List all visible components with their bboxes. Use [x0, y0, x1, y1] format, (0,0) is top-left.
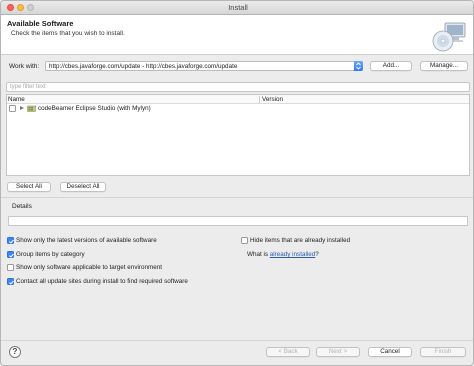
chevron-down-icon[interactable]	[354, 61, 363, 71]
finish-button[interactable]: Finish	[420, 347, 466, 357]
tree-header: Name Version	[7, 95, 469, 104]
show-applicable-checkbox[interactable]	[7, 264, 14, 271]
wizard-header: Available Software Check the items that …	[1, 15, 473, 55]
cancel-button[interactable]: Cancel	[368, 347, 412, 357]
row-name: codeBeamer Eclipse Studio (with Mylyn)	[38, 105, 151, 112]
select-all-button[interactable]: Select All	[7, 182, 51, 192]
what-is-suffix: ?	[315, 251, 319, 258]
title-bar: Install	[1, 1, 473, 15]
category-folder-icon	[27, 105, 36, 112]
footer-divider	[1, 340, 473, 341]
hide-installed-label: Hide items that are already installed	[250, 237, 351, 244]
window-title: Install	[228, 3, 248, 12]
row-checkbox[interactable]	[9, 105, 16, 112]
column-header-name[interactable]: Name	[8, 96, 25, 103]
already-installed-link[interactable]: already installed	[270, 251, 316, 258]
contact-sites-label: Contact all update sites during install …	[16, 278, 188, 285]
help-icon[interactable]: ?	[9, 346, 21, 358]
what-is-prefix: What is	[247, 251, 270, 258]
install-window: Install Available Software Check the ite…	[0, 0, 474, 366]
what-is-installed-text: What is already installed?	[247, 251, 319, 258]
manage-sites-button[interactable]: Manage...	[420, 61, 468, 71]
checkmark-icon	[9, 239, 14, 244]
page-title: Available Software	[7, 19, 74, 28]
back-button[interactable]: < Back	[266, 347, 310, 357]
hide-installed-checkbox[interactable]	[241, 237, 248, 244]
expand-arrow-icon[interactable]	[20, 106, 24, 110]
show-applicable-label: Show only software applicable to target …	[16, 264, 162, 271]
install-cd-computer-icon	[432, 22, 466, 52]
add-site-button[interactable]: Add...	[370, 61, 412, 71]
work-with-combo[interactable]: http://cbes.javaforge.com/update - http:…	[45, 61, 363, 71]
next-button[interactable]: Next >	[316, 347, 360, 357]
filter-placeholder: type filter text	[10, 84, 46, 90]
section-divider	[1, 197, 473, 198]
filter-input[interactable]: type filter text	[6, 82, 470, 92]
details-area[interactable]	[8, 216, 468, 226]
details-label: Details	[12, 203, 32, 210]
group-by-category-checkbox[interactable]	[7, 251, 14, 258]
checkmark-icon	[9, 280, 14, 285]
group-by-category-label: Group items by category	[16, 251, 85, 258]
checkmark-icon	[9, 253, 14, 258]
work-with-value: http://cbes.javaforge.com/update - http:…	[49, 63, 238, 70]
show-latest-label: Show only the latest versions of availab…	[16, 237, 157, 244]
column-header-version[interactable]: Version	[262, 96, 283, 103]
deselect-all-button[interactable]: Deselect All	[60, 182, 106, 192]
column-divider[interactable]	[259, 96, 260, 103]
page-subtitle: Check the items that you wish to install…	[11, 30, 125, 37]
work-with-label: Work with:	[9, 63, 40, 70]
contact-sites-checkbox[interactable]	[7, 278, 14, 285]
software-tree[interactable]: Name Version codeBeamer Eclipse Studio (…	[6, 94, 470, 176]
table-row[interactable]: codeBeamer Eclipse Studio (with Mylyn)	[7, 104, 469, 114]
show-latest-checkbox[interactable]	[7, 237, 14, 244]
